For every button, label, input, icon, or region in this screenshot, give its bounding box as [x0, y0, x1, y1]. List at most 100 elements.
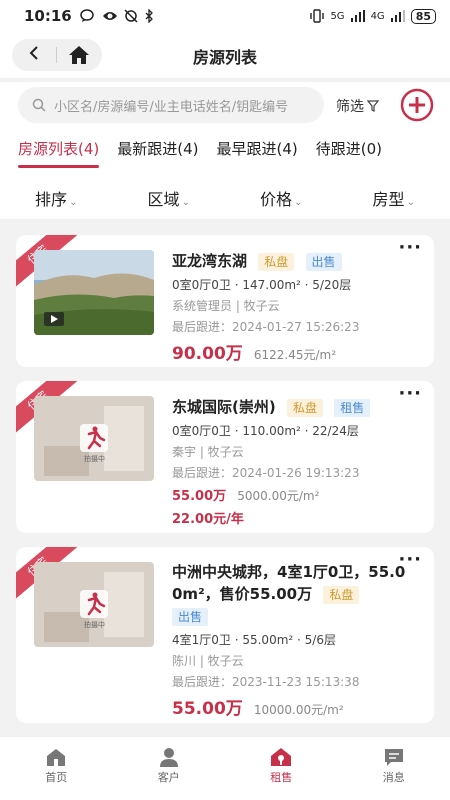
chevron-down-icon: ⌄ [294, 197, 303, 208]
listing-title-text: 东城国际(崇州) [172, 398, 276, 416]
search-row: 小区名/房源编号/业主电话姓名/钥匙编号 筛选 [0, 82, 450, 130]
signal-icon-2 [390, 10, 405, 22]
bluetooth-icon [145, 9, 153, 23]
bottom-nav-rent-sale[interactable]: 租售 [225, 737, 338, 800]
tab-listings[interactable]: 房源列表(4) [18, 130, 100, 172]
alarm-off-icon [124, 9, 138, 23]
signal-icon-1 [350, 10, 365, 22]
filter-button[interactable]: 筛选 [336, 96, 379, 116]
price-row: 90.00万 6122.45元/m² [172, 339, 422, 364]
house-key-icon [271, 748, 292, 766]
listing-photo[interactable]: 拍摄中 [34, 396, 154, 481]
wechat-icon [80, 9, 94, 22]
listing-photo[interactable]: 拍摄中 [34, 562, 154, 647]
message-icon [384, 749, 403, 766]
bottom-nav: 首页 客户 租售 消息 [0, 736, 450, 800]
deal-type-tag: 出售 [305, 252, 342, 271]
photo-caption: 拍摄中 [84, 621, 105, 629]
tab-latest-follow[interactable]: 最新跟进(4) [117, 130, 198, 172]
vibrate-icon [310, 9, 325, 23]
status-time: 10:16 [24, 7, 72, 25]
private-tag: 私盘 [258, 252, 295, 271]
price-row: 55.00万 10000.00元/m² [172, 694, 422, 719]
listing-title-text: 亚龙湾东湖 [172, 252, 248, 270]
listing-title: 中洲中央城邦，4室1厅0卫，55.0 0m²，售价55.00万 私盘 出售 [172, 561, 422, 627]
tab-earliest-follow[interactable]: 最早跟进(4) [217, 130, 298, 172]
unit-price: 6122.45元/m² [253, 348, 337, 362]
placeholder-photo [34, 396, 154, 481]
total-price: 55.00万 [172, 699, 243, 719]
private-tag: 私盘 [286, 398, 323, 417]
bottom-nav-customers[interactable]: 客户 [113, 737, 226, 800]
nav-bar: 房源列表 [0, 32, 450, 78]
listing-layout: 0室0厅0卫 · 147.00m² · 5/20层 [172, 278, 352, 292]
bottom-nav-home[interactable]: 首页 [0, 737, 113, 800]
total-price: 55.00万 [172, 489, 227, 504]
network-label-1: 5G [330, 10, 345, 22]
bottom-nav-label: 消息 [382, 771, 405, 784]
network-label-2: 4G [370, 10, 385, 22]
listing-agent: 秦宇 | 牧子云 [172, 445, 244, 459]
search-placeholder: 小区名/房源编号/业主电话姓名/钥匙编号 [54, 99, 289, 115]
listing-layout: 0室0厅0卫 · 110.00m² · 22/24层 [172, 424, 359, 438]
eye-icon [102, 12, 117, 20]
chevron-down-icon: ⌄ [181, 197, 190, 208]
deal-type-tag: 租售 [334, 398, 371, 417]
nav-capsule [12, 39, 102, 71]
listing-layout: 4室1厅0卫 · 55.00m² · 5/6层 [172, 633, 336, 647]
home-button[interactable] [57, 45, 101, 65]
listing-title-line2: 0m²，售价55.00万 [172, 585, 313, 603]
listing-last-follow: 最后跟进：2024-01-26 19:13:23 [172, 466, 360, 480]
price-dropdown[interactable]: 价格 ⌄ [225, 172, 338, 219]
tab-pending-follow[interactable]: 待跟进(0) [316, 130, 382, 172]
listing-title: 东城国际(崇州) 私盘 租售 [172, 396, 422, 418]
status-bar: 10:16 5G 4G 85 [0, 0, 450, 32]
tab-bar: 房源列表(4) 最新跟进(4) 最早跟进(4) 待跟进(0) [0, 130, 450, 172]
listing-title-line1: 中洲中央城邦，4室1厅0卫，55.0 [172, 563, 406, 581]
tag-row: 出售 [172, 605, 422, 627]
search-icon [32, 98, 46, 112]
unit-price: 10000.00元/m² [253, 703, 344, 717]
bottom-nav-messages[interactable]: 消息 [338, 737, 450, 800]
room-type-label: 房型 [372, 190, 405, 209]
funnel-icon [367, 100, 379, 112]
filter-label: 筛选 [336, 99, 364, 115]
chevron-down-icon: ⌄ [69, 197, 78, 208]
total-price: 90.00万 [172, 344, 243, 364]
listing-list: 住宅 ··· 亚龙湾东湖 私盘 出售 0室0厅0卫 · 147.00m² · 5… [0, 220, 450, 736]
bottom-nav-label: 客户 [157, 771, 180, 784]
back-button[interactable] [12, 45, 56, 66]
sort-bar: 排序 ⌄ 区域 ⌄ 价格 ⌄ 房型 ⌄ [0, 172, 450, 220]
listing-card[interactable]: 住宅 ··· 拍摄中 东城国际(崇州) 私盘 租售 0室0厅0卫 · 110.0… [16, 381, 434, 533]
price-label: 价格 [260, 190, 293, 209]
chevron-down-icon: ⌄ [406, 197, 415, 208]
listing-photo[interactable] [34, 250, 154, 335]
area-dropdown[interactable]: 区域 ⌄ [113, 172, 226, 219]
price-row: 55.00万 5000.00元/m² [172, 485, 422, 504]
bottom-nav-label: 首页 [45, 771, 68, 784]
deal-type-tag: 出售 [172, 607, 209, 626]
bottom-nav-label: 租售 [270, 771, 293, 784]
private-tag: 私盘 [323, 585, 360, 604]
placeholder-photo [34, 562, 154, 647]
room-type-dropdown[interactable]: 房型 ⌄ [338, 172, 450, 219]
add-listing-button[interactable] [400, 88, 434, 122]
rent-price: 22.00元/年 [172, 512, 244, 527]
listing-card[interactable]: 住宅 ··· 拍摄中 中洲中央城邦，4室1厅0卫，55.0 0m²，售价55.0… [16, 547, 434, 723]
chevron-left-icon [29, 45, 38, 60]
area-label: 区域 [147, 190, 180, 209]
search-input[interactable]: 小区名/房源编号/业主电话姓名/钥匙编号 [18, 87, 324, 123]
photo-caption: 拍摄中 [84, 455, 105, 463]
listing-card[interactable]: 住宅 ··· 亚龙湾东湖 私盘 出售 0室0厅0卫 · 147.00m² · 5… [16, 235, 434, 367]
listing-last-follow: 最后跟进：2024-01-27 15:26:23 [172, 320, 360, 334]
home-icon [47, 749, 66, 766]
listing-agent: 陈川 | 牧子云 [172, 654, 244, 668]
battery-level: 85 [410, 8, 436, 24]
sort-label: 排序 [35, 190, 68, 209]
listing-last-follow: 最后跟进：2023-11-23 15:13:38 [172, 675, 360, 689]
landscape-photo [34, 250, 154, 335]
sort-order-dropdown[interactable]: 排序 ⌄ [0, 172, 113, 219]
listing-title: 亚龙湾东湖 私盘 出售 [172, 250, 422, 272]
user-icon [159, 748, 178, 767]
home-icon [69, 46, 89, 64]
